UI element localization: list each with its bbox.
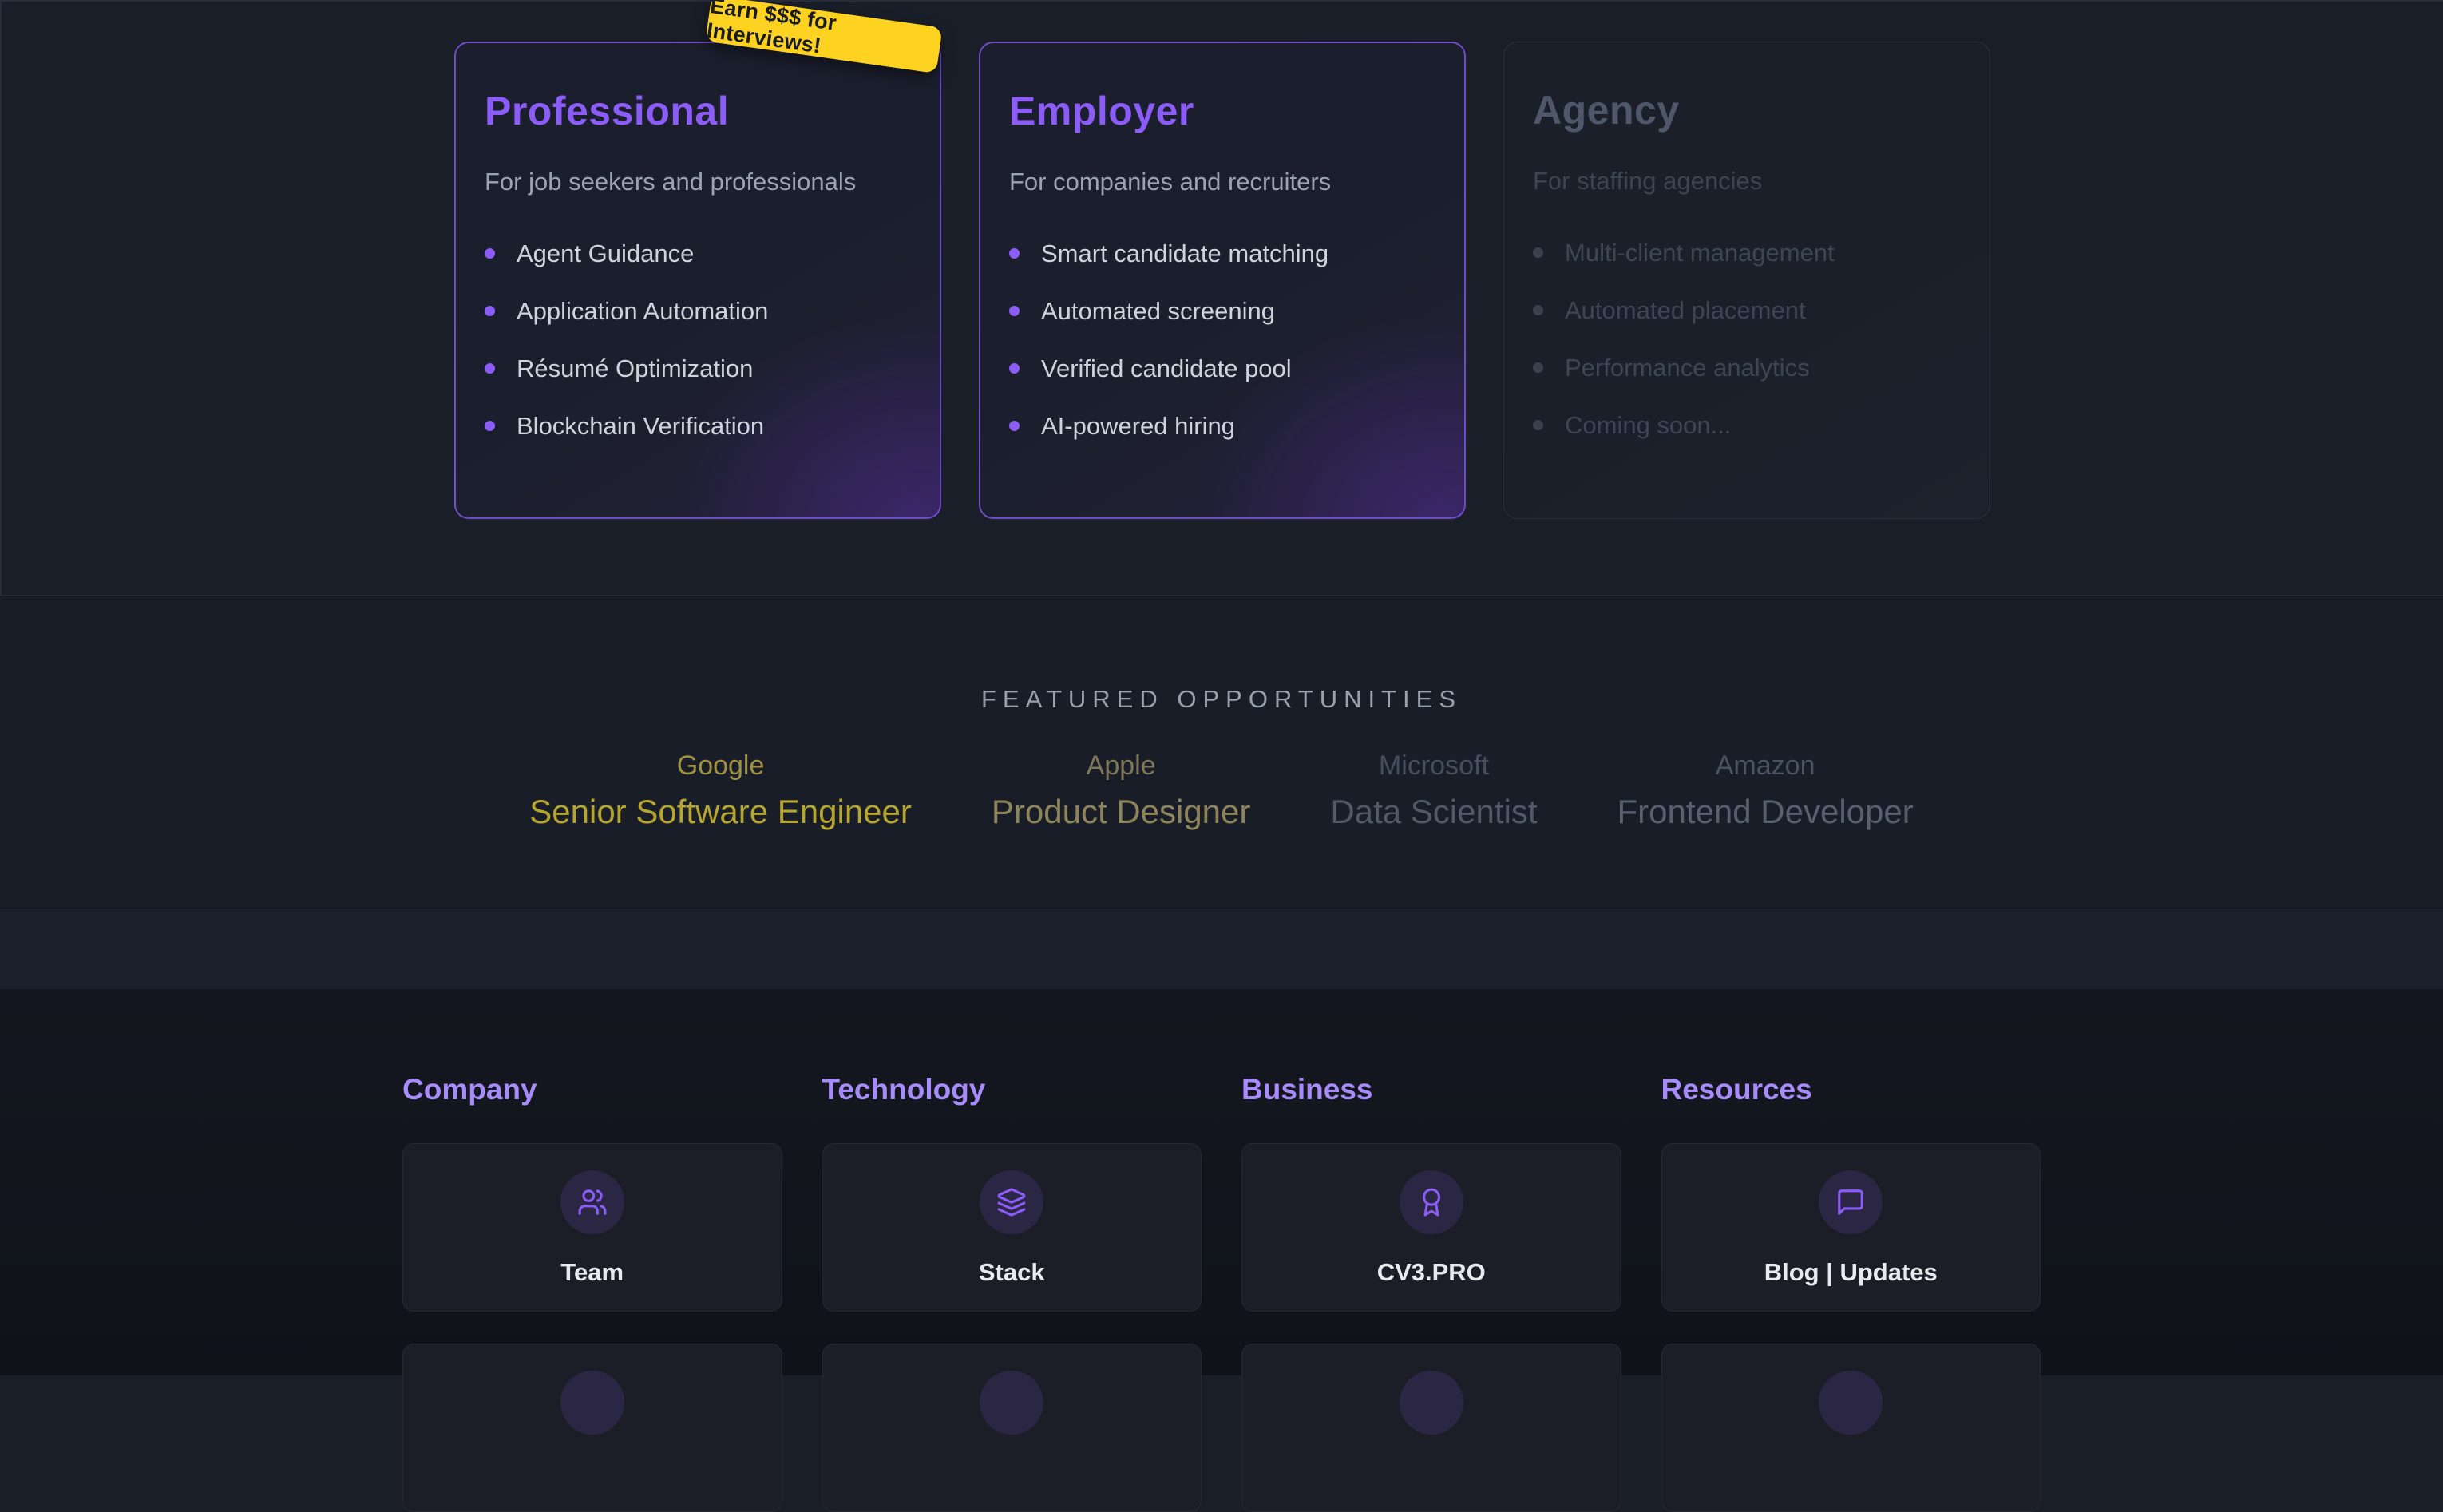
plan-description: For staffing agencies bbox=[1533, 167, 1961, 196]
featured-job[interactable]: Google Senior Software Engineer bbox=[529, 750, 912, 831]
plan-card-professional[interactable]: Professional For job seekers and profess… bbox=[454, 42, 941, 519]
featured-opportunities-section: FEATURED OPPORTUNITIES Google Senior Sof… bbox=[0, 596, 2443, 912]
plan-description: For job seekers and professionals bbox=[485, 168, 911, 196]
bullet-dot-icon bbox=[1533, 362, 1543, 373]
bullet-dot-icon bbox=[485, 306, 495, 316]
footer-card-team[interactable]: Team bbox=[402, 1143, 782, 1312]
plan-card-employer[interactable]: Employer For companies and recruiters Sm… bbox=[979, 42, 1466, 519]
feature-label: Verified candidate pool bbox=[1041, 354, 1292, 383]
footer-card-label: CV3.PRO bbox=[1377, 1258, 1486, 1287]
feature-label: Performance analytics bbox=[1565, 354, 1810, 382]
footer-card-label: Stack bbox=[979, 1258, 1045, 1287]
job-title: Product Designer bbox=[992, 793, 1251, 831]
plan-title: Employer bbox=[1009, 88, 1435, 134]
bullet-dot-icon bbox=[485, 248, 495, 259]
job-title: Frontend Developer bbox=[1617, 793, 1914, 831]
footer-card-blog[interactable]: Blog | Updates bbox=[1661, 1143, 2041, 1312]
plan-feature: Automated screening bbox=[1009, 299, 1435, 323]
users-icon bbox=[560, 1170, 624, 1234]
bullet-dot-icon bbox=[1009, 363, 1020, 374]
footer-card-label: Blog | Updates bbox=[1764, 1258, 1938, 1287]
message-square-icon bbox=[1819, 1170, 1883, 1234]
job-title: Senior Software Engineer bbox=[529, 793, 912, 831]
hidden-icon bbox=[1819, 1371, 1883, 1435]
plan-description: For companies and recruiters bbox=[1009, 168, 1435, 196]
featured-jobs-row: Google Senior Software Engineer Apple Pr… bbox=[0, 750, 2443, 831]
footer-column-business: Business CV3.PRO bbox=[1241, 1073, 1621, 1512]
plan-feature: Smart candidate matching bbox=[1009, 241, 1435, 266]
plan-feature: Blockchain Verification bbox=[485, 414, 911, 438]
footer-card-cv3pro[interactable]: CV3.PRO bbox=[1241, 1143, 1621, 1312]
bullet-dot-icon bbox=[485, 363, 495, 374]
feature-label: Résumé Optimization bbox=[517, 354, 753, 383]
feature-label: AI-powered hiring bbox=[1041, 412, 1235, 441]
pricing-section: Earn $$$ for Interviews! Professional Fo… bbox=[0, 0, 2443, 596]
feature-label: Coming soon... bbox=[1565, 411, 1732, 440]
hidden-icon bbox=[560, 1371, 624, 1435]
footer-column-resources: Resources Blog | Updates bbox=[1661, 1073, 2041, 1512]
bullet-dot-icon bbox=[1009, 248, 1020, 259]
footer-grid: Company Team Technology Stack bbox=[402, 1073, 2041, 1512]
plan-feature: Performance analytics bbox=[1533, 355, 1961, 380]
plan-feature: Résumé Optimization bbox=[485, 356, 911, 381]
job-company: Apple bbox=[992, 750, 1251, 782]
job-company: Microsoft bbox=[1330, 750, 1537, 782]
plan-feature: AI-powered hiring bbox=[1009, 414, 1435, 438]
award-icon bbox=[1400, 1170, 1463, 1234]
bullet-dot-icon bbox=[485, 421, 495, 431]
footer-column-heading: Business bbox=[1241, 1073, 1621, 1106]
layers-icon bbox=[980, 1170, 1043, 1234]
footer-card-partial[interactable] bbox=[1661, 1344, 2041, 1512]
bullet-dot-icon bbox=[1009, 421, 1020, 431]
feature-label: Smart candidate matching bbox=[1041, 239, 1328, 268]
footer-column-heading: Technology bbox=[822, 1073, 1202, 1106]
footer-card-stack[interactable]: Stack bbox=[822, 1143, 1202, 1312]
footer-card-partial[interactable] bbox=[402, 1344, 782, 1512]
footer-column-technology: Technology Stack bbox=[822, 1073, 1202, 1512]
job-company: Google bbox=[529, 750, 912, 782]
plan-cards-row: Professional For job seekers and profess… bbox=[2, 2, 2443, 519]
job-company: Amazon bbox=[1617, 750, 1914, 782]
plan-feature: Application Automation bbox=[485, 299, 911, 323]
plan-feature: Automated placement bbox=[1533, 298, 1961, 323]
hidden-icon bbox=[1400, 1371, 1463, 1435]
plan-title: Agency bbox=[1533, 87, 1961, 133]
plan-title: Professional bbox=[485, 88, 911, 134]
feature-label: Automated placement bbox=[1565, 296, 1806, 325]
featured-job[interactable]: Amazon Frontend Developer bbox=[1617, 750, 1914, 831]
plan-feature: Agent Guidance bbox=[485, 241, 911, 266]
footer: Company Team Technology Stack bbox=[0, 989, 2443, 1375]
plan-feature-list: Agent Guidance Application Automation Ré… bbox=[485, 241, 911, 438]
job-title: Data Scientist bbox=[1330, 793, 1537, 831]
footer-card-partial[interactable] bbox=[1241, 1344, 1621, 1512]
footer-column-heading: Resources bbox=[1661, 1073, 2041, 1106]
hidden-icon bbox=[980, 1371, 1043, 1435]
featured-job[interactable]: Microsoft Data Scientist bbox=[1330, 750, 1537, 831]
footer-card-label: Team bbox=[560, 1258, 624, 1287]
plan-feature-list: Multi-client management Automated placem… bbox=[1533, 240, 1961, 437]
feature-label: Blockchain Verification bbox=[517, 412, 764, 441]
plan-feature: Multi-client management bbox=[1533, 240, 1961, 265]
feature-label: Multi-client management bbox=[1565, 239, 1835, 267]
plan-feature: Verified candidate pool bbox=[1009, 356, 1435, 381]
bullet-dot-icon bbox=[1533, 247, 1543, 258]
featured-heading: FEATURED OPPORTUNITIES bbox=[0, 685, 2443, 714]
feature-label: Automated screening bbox=[1041, 297, 1275, 326]
section-spacer bbox=[0, 912, 2443, 989]
footer-column-heading: Company bbox=[402, 1073, 782, 1106]
bullet-dot-icon bbox=[1533, 420, 1543, 430]
bullet-dot-icon bbox=[1533, 305, 1543, 315]
plan-card-agency: Agency For staffing agencies Multi-clien… bbox=[1503, 42, 1990, 519]
featured-job[interactable]: Apple Product Designer bbox=[992, 750, 1251, 831]
footer-column-company: Company Team bbox=[402, 1073, 782, 1512]
plan-feature-list: Smart candidate matching Automated scree… bbox=[1009, 241, 1435, 438]
footer-card-partial[interactable] bbox=[822, 1344, 1202, 1512]
plan-feature: Coming soon... bbox=[1533, 413, 1961, 437]
bullet-dot-icon bbox=[1009, 306, 1020, 316]
feature-label: Agent Guidance bbox=[517, 239, 694, 268]
feature-label: Application Automation bbox=[517, 297, 768, 326]
